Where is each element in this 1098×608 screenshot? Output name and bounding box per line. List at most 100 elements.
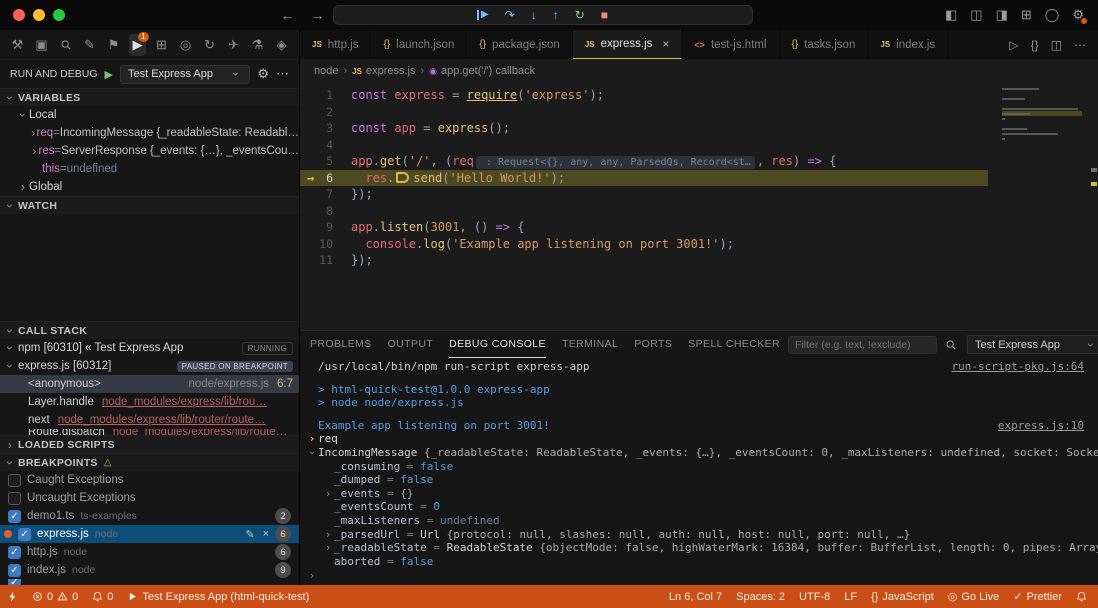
gutter-line-number[interactable]: 4 [300, 137, 346, 154]
close-tab-icon[interactable]: × [662, 37, 669, 51]
minimize-window-button[interactable] [33, 9, 45, 21]
section-header-breakpoints[interactable]: › BREAKPOINTS △ [0, 453, 299, 471]
console-row[interactable]: ›_parsedUrl = Url {protocol: null, slash… [306, 528, 1098, 542]
section-header-watch[interactable]: › WATCH [0, 196, 299, 214]
code-line[interactable]: app.get('/', (req : Request<{}, any, any… [346, 153, 988, 170]
gutter-line-number[interactable]: 8 [300, 203, 346, 220]
panel-tab-output[interactable]: OUTPUT [388, 331, 434, 358]
breadcrumb-item[interactable]: JSexpress.js [352, 65, 415, 77]
source-link[interactable]: run-script-pkg.js:64 [952, 360, 1098, 374]
breakpoint-row[interactable]: Uncaught Exceptions [0, 489, 299, 507]
debug-session-picker[interactable]: Test Express App › [967, 335, 1098, 354]
console-input-row[interactable]: › [306, 568, 1098, 582]
chevron-down-icon[interactable]: › [3, 360, 17, 372]
gutter-line-number[interactable]: 11 [300, 252, 346, 269]
search-icon[interactable] [57, 34, 74, 56]
go-live[interactable]: ◎Go Live [941, 585, 1007, 608]
code-line[interactable]: const express = require('express'); [346, 87, 988, 104]
console-row[interactable]: ›_consuming = false [306, 460, 1098, 474]
remove-breakpoint-icon[interactable]: × [263, 528, 269, 540]
notifications-bell[interactable] [1069, 585, 1094, 608]
call-stack-frame[interactable]: nextnode_modules/express/lib/router/rout… [0, 411, 299, 429]
gutter-line-number[interactable]: 7 [300, 186, 346, 203]
maximize-window-button[interactable] [53, 9, 65, 21]
tab-test-js.html[interactable]: <>test-js.html [682, 30, 779, 59]
toggle-panel-icon[interactable]: ◫ [970, 7, 982, 23]
gutter-line-number[interactable]: 9 [300, 219, 346, 236]
gutter-line-number[interactable]: 5 [300, 153, 346, 170]
settings-gear-icon[interactable]: ⚙ [1072, 7, 1084, 23]
code-line[interactable] [346, 137, 988, 154]
forward-button[interactable]: → [303, 7, 333, 23]
variable-row[interactable]: ›Global [0, 178, 299, 196]
search-icon[interactable] [945, 339, 957, 351]
extension-icon[interactable]: ◈ [273, 34, 290, 56]
console-row[interactable]: ›aborted = false [306, 555, 1098, 569]
expand-icon[interactable]: › [322, 541, 334, 555]
close-window-button[interactable] [13, 9, 25, 21]
breadcrumb-item[interactable]: ◉app.get('/') callback [429, 65, 535, 77]
panel-tab-debug-console[interactable]: DEBUG CONSOLE [449, 331, 546, 358]
code-line[interactable]: console.log('Example app listening on po… [346, 236, 988, 253]
tab-tasks.json[interactable]: {}tasks.json [780, 30, 869, 59]
beaker-icon[interactable]: ⚗ [249, 34, 266, 56]
call-stack-frame[interactable]: Layer.handlenode_modules/express/lib/rou… [0, 393, 299, 411]
account-icon[interactable]: ◯ [1045, 7, 1060, 23]
breakpoint-checkbox[interactable]: ✓ [8, 546, 21, 559]
eol[interactable]: LF [837, 585, 864, 608]
console-row[interactable]: ›req [306, 432, 1098, 446]
encoding[interactable]: UTF-8 [792, 585, 837, 608]
prettier[interactable]: ✓Prettier [1006, 585, 1069, 608]
tab-express.js[interactable]: JSexpress.js× [573, 30, 683, 59]
breakpoint-row[interactable]: ✓express.jsnode✎×6 [0, 525, 299, 543]
stop-icon[interactable]: ■ [601, 9, 608, 21]
panel-tab-spell-checker[interactable]: SPELL CHECKER [688, 331, 780, 358]
code-editor[interactable]: 12345→67891011 const express = require('… [300, 82, 1098, 330]
panel-tab-ports[interactable]: PORTS [634, 331, 672, 358]
remote-indicator[interactable] [0, 585, 25, 608]
more-actions-icon[interactable]: ⋯ [1074, 38, 1086, 52]
console-row[interactable]: ›_eventsCount = 0 [306, 500, 1098, 514]
braces-icon[interactable]: {} [1031, 38, 1039, 52]
continue-icon[interactable]: ▶ [477, 10, 489, 20]
section-header-variables[interactable]: › VARIABLES [0, 88, 299, 106]
panel-tab-problems[interactable]: PROBLEMS [310, 331, 372, 358]
breakpoint-row[interactable]: Caught Exceptions [0, 471, 299, 489]
tab-http.js[interactable]: JShttp.js [300, 30, 371, 59]
problems-indicator[interactable]: 00 [25, 585, 85, 608]
grid-icon[interactable]: ⊞ [153, 34, 170, 56]
gutter-line-number[interactable]: 2 [300, 104, 346, 121]
run-file-icon[interactable]: ▷ [1009, 38, 1018, 52]
cursor-position[interactable]: Ln 6, Col 7 [662, 585, 729, 608]
gutter-line-number[interactable]: 1 [300, 87, 346, 104]
restart-icon[interactable]: ↻ [575, 9, 585, 21]
console-row[interactable]: ›_maxListeners = undefined [306, 514, 1098, 528]
toggle-secondary-sidebar-icon[interactable]: ◨ [996, 7, 1008, 23]
indentation[interactable]: Spaces: 2 [729, 585, 792, 608]
command-center[interactable]: ▶↷↓↑↻■ [333, 5, 753, 25]
expand-icon[interactable]: › [322, 528, 334, 542]
call-stack-frame[interactable]: <anonymous>node/express.js6:7 [0, 375, 299, 393]
back-button[interactable]: ← [273, 7, 303, 23]
code-line[interactable]: const app = express(); [346, 120, 988, 137]
breakpoint-checkbox[interactable]: ✓ [8, 510, 21, 523]
step-out-icon[interactable]: ↑ [553, 9, 559, 21]
tab-launch.json[interactable]: {}launch.json [371, 30, 467, 59]
chevron-icon[interactable]: › [30, 144, 38, 158]
console-row[interactable]: ›_readableState = ReadableState {objectM… [306, 541, 1098, 555]
code-line[interactable] [346, 203, 988, 220]
debug-config-select[interactable]: Test Express App › [120, 65, 250, 84]
step-into-icon[interactable]: ↓ [531, 9, 537, 21]
breakpoint-row[interactable]: ✓demo1.tsts-examples2 [0, 507, 299, 525]
customize-layout-icon[interactable]: ⊞ [1021, 7, 1032, 23]
panel-tab-terminal[interactable]: TERMINAL [562, 331, 618, 358]
breakpoint-checkbox[interactable]: ✓ [8, 564, 21, 577]
gutter-line-number[interactable]: 3 [300, 120, 346, 137]
tab-index.js[interactable]: JSindex.js [868, 30, 948, 59]
debug-session-indicator[interactable]: Test Express App (html-quick-test) [120, 585, 316, 608]
variable-row[interactable]: ›res = ServerResponse {_events: {…}, _ev… [0, 142, 299, 160]
expand-icon[interactable]: › [322, 487, 334, 501]
gutter-line-number[interactable]: →6 [300, 170, 346, 187]
chevron-icon[interactable]: › [17, 180, 29, 194]
minimap[interactable] [1002, 86, 1082, 141]
